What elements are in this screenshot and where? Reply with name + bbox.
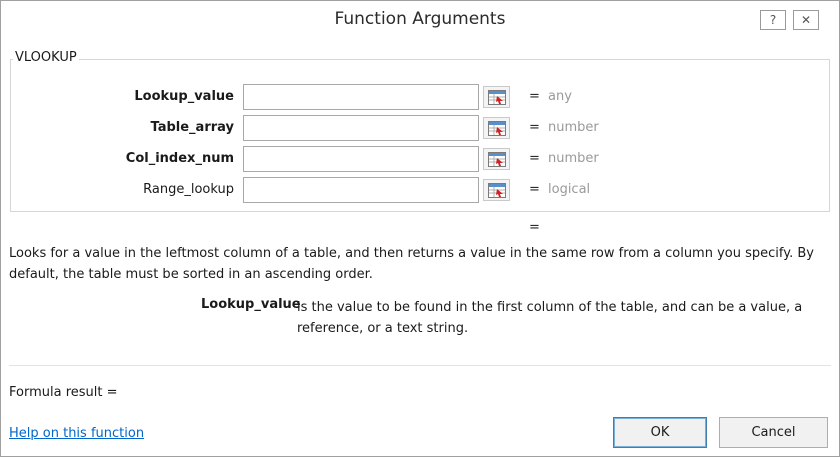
arg-row-range-lookup: Range_lookup = logical: [1, 177, 839, 203]
collapse-dialog-icon: [487, 151, 506, 167]
ok-button[interactable]: OK: [613, 417, 707, 448]
arg-label-lookup-value: Lookup_value: [134, 89, 234, 104]
table-array-input[interactable]: [243, 115, 479, 141]
arg-type-col-index-num: number: [548, 151, 599, 166]
function-result-equals: =: [529, 220, 540, 235]
arg-equals-range-lookup: =: [529, 182, 540, 197]
function-arguments-dialog: Function Arguments ? ✕ VLOOKUP Lookup_va…: [0, 0, 840, 457]
arg-equals-col-index-num: =: [529, 151, 540, 166]
help-on-function-link[interactable]: Help on this function: [9, 426, 144, 441]
close-button[interactable]: ✕: [793, 10, 819, 30]
range-lookup-ref-button[interactable]: [483, 179, 510, 201]
collapse-dialog-icon: [487, 89, 506, 105]
arg-label-col-index-num: Col_index_num: [125, 151, 234, 166]
range-lookup-input[interactable]: [243, 177, 479, 203]
table-array-ref-button[interactable]: [483, 117, 510, 139]
arg-row-col-index-num: Col_index_num = number: [1, 146, 839, 172]
help-button[interactable]: ?: [760, 10, 786, 30]
col-index-num-ref-button[interactable]: [483, 148, 510, 170]
arg-equals-table-array: =: [529, 120, 540, 135]
arg-type-lookup-value: any: [548, 89, 572, 104]
collapse-dialog-icon: [487, 182, 506, 198]
lookup-value-input[interactable]: [243, 84, 479, 110]
collapse-dialog-icon: [487, 120, 506, 136]
arg-row-table-array: Table_array = number: [1, 115, 839, 141]
dialog-title: Function Arguments: [334, 9, 506, 29]
argument-help-name: Lookup_value: [201, 297, 301, 312]
arg-row-lookup-value: Lookup_value = any: [1, 84, 839, 110]
formula-result: Formula result =: [9, 385, 118, 400]
arg-type-range-lookup: logical: [548, 182, 591, 197]
cancel-button[interactable]: Cancel: [719, 417, 828, 448]
function-name: VLOOKUP: [13, 50, 79, 65]
arg-label-table-array: Table_array: [150, 120, 234, 135]
title-bar[interactable]: Function Arguments ? ✕: [1, 1, 839, 38]
col-index-num-input[interactable]: [243, 146, 479, 172]
separator: [9, 365, 831, 366]
arg-type-table-array: number: [548, 120, 599, 135]
lookup-value-ref-button[interactable]: [483, 86, 510, 108]
help-icon: ?: [769, 13, 777, 27]
function-description: Looks for a value in the leftmost column…: [9, 246, 814, 282]
arg-label-range-lookup: Range_lookup: [143, 182, 234, 197]
arg-equals-lookup-value: =: [529, 89, 540, 104]
close-icon: ✕: [800, 13, 812, 27]
argument-help-text: is the value to be found in the first co…: [297, 300, 803, 336]
